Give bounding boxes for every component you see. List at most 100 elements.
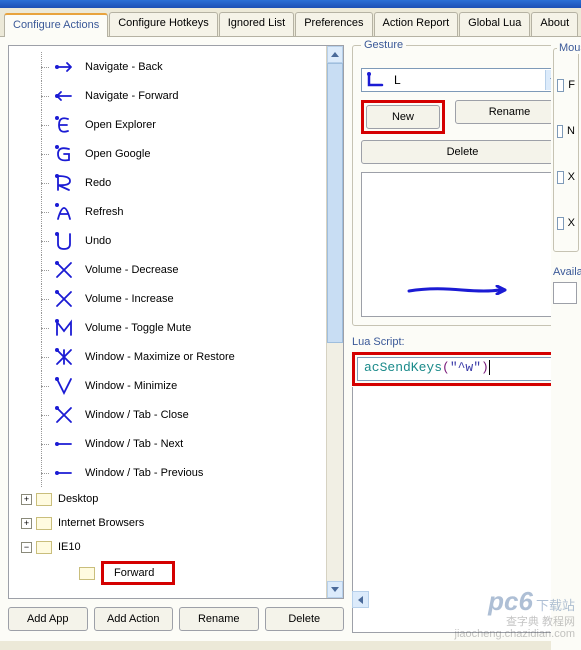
tab-preferences[interactable]: Preferences	[295, 12, 372, 36]
gesture-preview	[361, 172, 564, 317]
gesture-icon	[51, 433, 77, 455]
tree-action-item[interactable]: Window / Tab - Previous	[19, 458, 343, 487]
gesture-icon	[51, 56, 77, 78]
available-group: Availa	[553, 266, 579, 304]
tree-action-label: Volume - Decrease	[85, 264, 179, 276]
tree-node-desktop[interactable]: + Desktop	[19, 487, 343, 511]
delete-button[interactable]: Delete	[265, 607, 345, 631]
tab-ignored-list[interactable]: Ignored List	[219, 12, 294, 36]
gesture-icon	[51, 346, 77, 368]
tree-action-item[interactable]: Volume - Increase	[19, 284, 343, 313]
scroll-thumb[interactable]	[327, 63, 343, 343]
expander-icon[interactable]: +	[21, 494, 32, 505]
rename-button[interactable]: Rename	[179, 607, 259, 631]
mouse-opt-1: F	[568, 79, 575, 91]
mouse-checkbox-2[interactable]	[557, 125, 563, 138]
tree-action-label: Volume - Increase	[85, 293, 174, 305]
tab-action-report[interactable]: Action Report	[374, 12, 459, 36]
tree-action-item[interactable]: Open Google	[19, 139, 343, 168]
gesture-icon	[51, 259, 77, 281]
tree-node-label: IE10	[58, 541, 81, 553]
folder-icon	[36, 541, 52, 554]
tree-action-item[interactable]: Window / Tab - Close	[19, 400, 343, 429]
lua-script-highlight: acSendKeys("^w")	[352, 352, 573, 386]
tree-action-label: Undo	[85, 235, 111, 247]
tree-child-item[interactable]: Forward	[19, 559, 343, 587]
tree-action-item[interactable]: Window / Tab - Next	[19, 429, 343, 458]
gesture-icon	[51, 143, 77, 165]
gesture-rename-button[interactable]: Rename	[455, 100, 564, 124]
forward-highlight: Forward	[101, 561, 175, 585]
arrow-up-icon	[331, 52, 339, 57]
watermark: pc6 下载站 查字典 教程网 jiaocheng.chazidian.com	[455, 587, 575, 640]
tree-node-ie10[interactable]: − IE10	[19, 535, 343, 559]
tree-action-label: Window / Tab - Next	[85, 438, 183, 450]
gesture-new-button[interactable]: New	[366, 105, 440, 129]
tree-node-label: Desktop	[58, 493, 98, 505]
arrow-down-icon	[331, 587, 339, 592]
mouse-opt-3: X	[568, 171, 575, 183]
gesture-icon	[51, 317, 77, 339]
tree-action-item[interactable]: Volume - Toggle Mute	[19, 313, 343, 342]
mouse-checkbox-1[interactable]	[557, 79, 564, 92]
tree-action-label: Redo	[85, 177, 111, 189]
tab-configure-hotkeys[interactable]: Configure Hotkeys	[109, 12, 218, 36]
tree-action-item[interactable]: Undo	[19, 226, 343, 255]
expander-icon[interactable]: +	[21, 518, 32, 529]
gesture-delete-button[interactable]: Delete	[361, 140, 564, 164]
gesture-combo[interactable]: L	[361, 68, 564, 92]
tree-action-label: Open Google	[85, 148, 150, 160]
mouse-group-label: Mouse	[557, 42, 581, 54]
expander-icon[interactable]: −	[21, 542, 32, 553]
gesture-combo-icon	[366, 71, 388, 89]
tree-action-label: Volume - Toggle Mute	[85, 322, 191, 334]
mouse-opt-4: X	[568, 217, 575, 229]
tree-action-item[interactable]: Window - Maximize or Restore	[19, 342, 343, 371]
gesture-icon	[51, 85, 77, 107]
tree-child-label: Forward	[114, 567, 154, 579]
add-app-button[interactable]: Add App	[8, 607, 88, 631]
tab-about[interactable]: About	[531, 12, 578, 36]
tree-action-label: Window - Minimize	[85, 380, 177, 392]
gesture-icon	[51, 404, 77, 426]
tree-action-label: Refresh	[85, 206, 124, 218]
tab-configure-actions[interactable]: Configure Actions	[4, 13, 108, 37]
window-titlebar	[0, 0, 581, 8]
gesture-combo-text: L	[394, 73, 401, 87]
gesture-icon	[51, 288, 77, 310]
gesture-icon	[51, 114, 77, 136]
scroll-up-button[interactable]	[327, 46, 343, 63]
tab-bar: Configure Actions Configure Hotkeys Igno…	[0, 8, 581, 37]
gesture-icon	[51, 462, 77, 484]
add-action-button[interactable]: Add Action	[94, 607, 174, 631]
action-tree[interactable]: Navigate - BackNavigate - ForwardOpen Ex…	[8, 45, 344, 599]
tree-action-item[interactable]: Navigate - Forward	[19, 81, 343, 110]
tree-action-item[interactable]: Open Explorer	[19, 110, 343, 139]
lua-script-label: Lua Script:	[352, 336, 573, 348]
lua-script-input[interactable]: acSendKeys("^w")	[357, 357, 568, 381]
tree-scrollbar[interactable]	[326, 46, 343, 598]
available-box[interactable]	[553, 282, 577, 304]
new-button-highlight: New	[361, 100, 445, 134]
tree-action-item[interactable]: Navigate - Back	[19, 52, 343, 81]
mouse-checkbox-4[interactable]	[557, 217, 564, 230]
folder-icon	[79, 567, 95, 580]
mouse-group: Mouse F N X X	[553, 48, 579, 252]
tree-action-item[interactable]: Refresh	[19, 197, 343, 226]
tree-action-item[interactable]: Window - Minimize	[19, 371, 343, 400]
tree-node-browsers[interactable]: + Internet Browsers	[19, 511, 343, 535]
tree-node-label: Internet Browsers	[58, 517, 144, 529]
gesture-group: Gesture L New Rename Delete	[352, 45, 573, 326]
mouse-checkbox-3[interactable]	[557, 171, 564, 184]
folder-icon	[36, 517, 52, 530]
tree-action-label: Window / Tab - Close	[85, 409, 189, 421]
folder-icon	[36, 493, 52, 506]
lua-scroll-left-button[interactable]	[352, 591, 369, 608]
tab-global-lua[interactable]: Global Lua	[459, 12, 530, 36]
scroll-down-button[interactable]	[327, 581, 343, 598]
gesture-icon	[51, 375, 77, 397]
gesture-stroke-icon	[407, 285, 507, 295]
tree-action-item[interactable]: Volume - Decrease	[19, 255, 343, 284]
gesture-icon	[51, 172, 77, 194]
tree-action-item[interactable]: Redo	[19, 168, 343, 197]
